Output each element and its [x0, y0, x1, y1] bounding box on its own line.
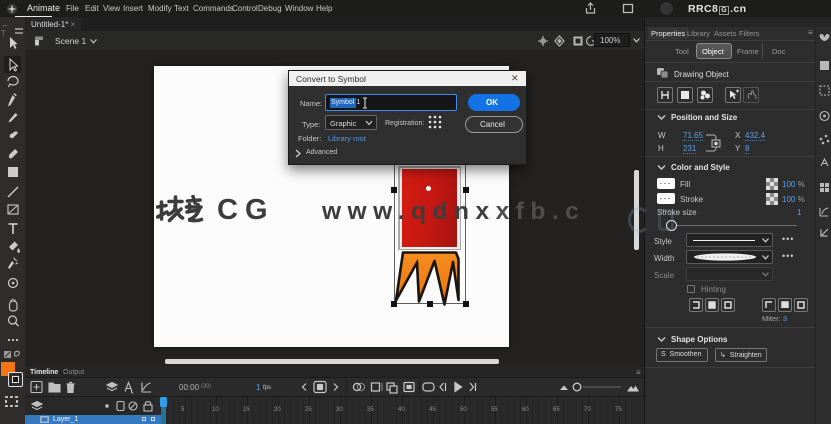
svg-text:1: 1	[256, 383, 261, 392]
svg-text:00:00: 00:00	[179, 383, 200, 392]
svg-text:(30): (30)	[201, 384, 211, 390]
svg-text:fps: fps	[263, 385, 271, 391]
